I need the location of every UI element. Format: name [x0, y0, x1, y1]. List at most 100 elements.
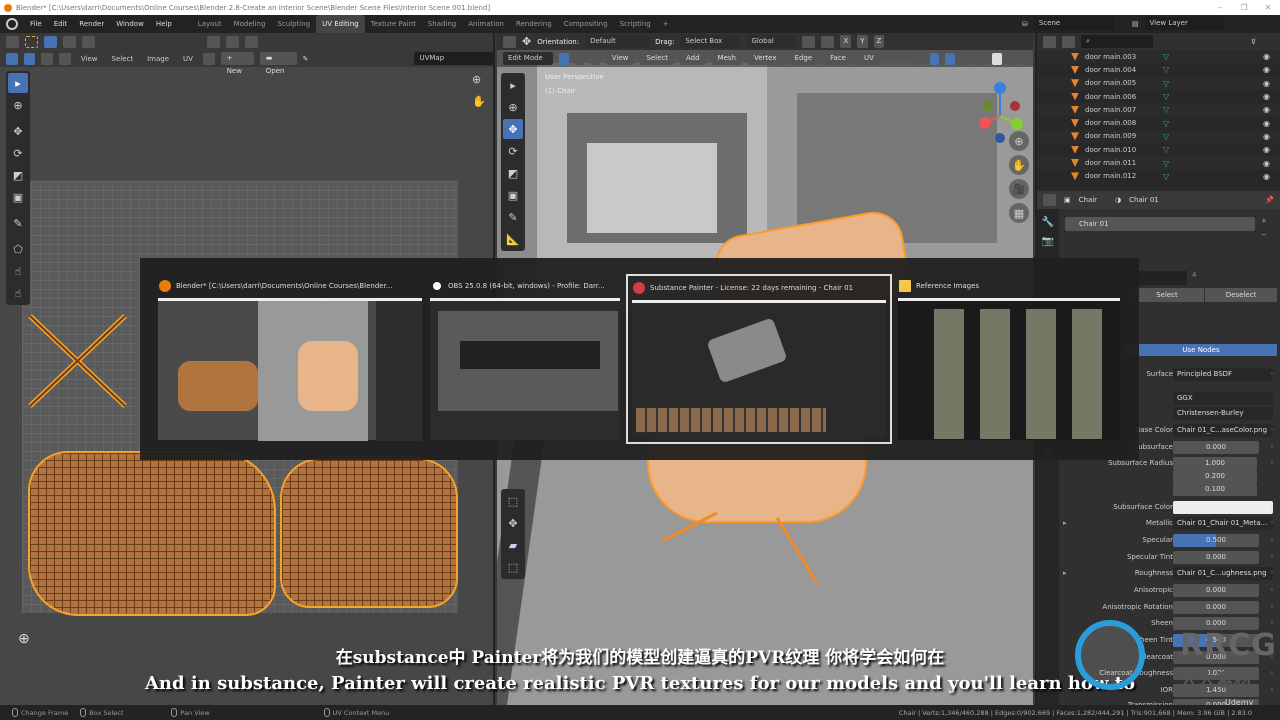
proportional-edit-icon[interactable]	[245, 35, 258, 48]
link-dot-icon[interactable]: ◦	[1270, 443, 1274, 451]
maximize-button[interactable]: ❐	[1232, 0, 1256, 15]
prop-value[interactable]: 0.500	[1173, 533, 1259, 547]
select-button[interactable]: Select	[1130, 288, 1204, 302]
transform-tool-icon[interactable]: ▣	[8, 187, 28, 207]
mesh-data-icon[interactable]: ▽	[1163, 105, 1169, 114]
vp-menu-edge[interactable]: Edge	[788, 52, 819, 65]
vertex-mode-icon[interactable]	[558, 52, 569, 65]
snap-icon[interactable]	[802, 35, 816, 48]
prop-value[interactable]: Chair 01_Chair 01_Meta...	[1173, 516, 1273, 530]
outliner-item[interactable]: door main.008 ▽ ◉	[1037, 116, 1280, 129]
snap-icon[interactable]	[226, 35, 239, 48]
add-workspace-button[interactable]: +	[657, 15, 675, 33]
shading-solid-icon[interactable]	[992, 52, 1002, 65]
vertex-select-icon[interactable]	[23, 52, 36, 65]
transform-pivot-icon[interactable]	[503, 35, 516, 48]
close-button[interactable]: ✕	[1256, 0, 1280, 15]
link-dot-icon[interactable]: ◦	[1270, 553, 1274, 561]
edge-mode-icon[interactable]	[574, 52, 585, 65]
mesh-data-icon[interactable]: ▽	[1163, 92, 1169, 101]
visibility-eye-icon[interactable]: ◉	[1263, 132, 1270, 141]
outliner-item[interactable]: door main.006 ▽ ◉	[1037, 90, 1280, 103]
outliner-item[interactable]: door main.011 ▽ ◉	[1037, 156, 1280, 170]
visibility-eye-icon[interactable]: ◉	[1263, 52, 1270, 61]
scene-icon[interactable]: ⛁	[1022, 20, 1028, 28]
vp-scale-icon[interactable]: ◩	[503, 163, 523, 183]
outliner-item[interactable]: door main.003 ▽ ◉	[1037, 50, 1280, 64]
image-browse-icon[interactable]	[202, 52, 215, 65]
prop-value[interactable]: 0.200	[1173, 469, 1257, 483]
grab-tool-icon[interactable]: ☝	[8, 261, 28, 281]
outliner-item[interactable]: door main.004 ▽ ◉	[1037, 63, 1280, 76]
orientation-dropdown[interactable]: Default	[585, 35, 650, 48]
scene-selector[interactable]: Scene	[1033, 17, 1114, 30]
prop-roughness[interactable]: ▸ Roughness Chair 01_C...ughness.png ◦	[1037, 566, 1280, 580]
switcher-window-blender[interactable]: Blender* [C:\Users\darri\Documents\Onlin…	[154, 274, 426, 444]
switcher-window-substance-painter[interactable]: Substance Painter - License: 22 days rem…	[626, 274, 892, 444]
transform-space-dropdown[interactable]: Global	[746, 35, 797, 48]
vp-menu-select[interactable]: Select	[640, 52, 674, 65]
mirror-z-toggle[interactable]: Z	[873, 35, 885, 48]
overlay-toggle-icon[interactable]	[945, 52, 955, 65]
gizmo-move-icon[interactable]: ✥	[522, 35, 531, 48]
menu-help[interactable]: Help	[150, 15, 178, 33]
outliner-search-input[interactable]: ⌕	[1081, 35, 1153, 48]
mode-dropdown[interactable]: Edit Mode	[503, 52, 553, 65]
prop-value[interactable]	[1173, 500, 1273, 514]
uv-menu-image[interactable]: Image	[143, 55, 173, 63]
pinch-tool-icon[interactable]: ☝	[8, 283, 28, 303]
visibility-eye-icon[interactable]: ◉	[1263, 172, 1270, 181]
proportional-icon[interactable]	[821, 35, 835, 48]
prop-value[interactable]: 0.000	[1173, 600, 1259, 614]
visibility-eye-icon[interactable]: ◉	[1263, 79, 1270, 88]
switcher-window-reference-images[interactable]: Reference Images	[894, 274, 1124, 444]
mesh-data-icon[interactable]: ▽	[1163, 79, 1169, 88]
filter-type-icon[interactable]	[1062, 35, 1075, 48]
select-mode-new-icon[interactable]	[44, 35, 57, 48]
tab-scripting[interactable]: Scripting	[614, 15, 657, 33]
face-select-icon[interactable]	[59, 52, 71, 65]
prop-value[interactable]: 0.000	[1173, 550, 1259, 564]
uv-menu-uv[interactable]: UV	[179, 55, 197, 63]
mesh-data-icon[interactable]: ▽	[1163, 172, 1169, 181]
prop-anisotropic-rotation[interactable]: Anisotropic Rotation 0.000 ◦	[1037, 600, 1280, 614]
link-dot-icon[interactable]: ◦	[1270, 586, 1274, 594]
prop-subsurface-radius-z[interactable]: 0.100	[1037, 482, 1280, 496]
visibility-eye-icon[interactable]: ◉	[1263, 119, 1270, 128]
ortho-grid-icon[interactable]: ▦	[1009, 203, 1029, 223]
pin-properties-icon[interactable]: 📌	[1265, 196, 1274, 204]
expand-arrow-icon[interactable]: ▸	[1063, 569, 1067, 577]
expand-arrow-icon[interactable]: ▸	[1063, 519, 1067, 527]
prop-value[interactable]: 0.100	[1173, 482, 1257, 496]
link-dot-icon[interactable]: ◦	[1270, 603, 1274, 611]
render-tab-icon[interactable]: 📷	[1037, 236, 1059, 247]
tab-uv-editing[interactable]: UV Editing	[316, 15, 365, 33]
link-dot-icon[interactable]: ◦	[1270, 370, 1274, 378]
mesh-data-icon[interactable]: ▽	[1163, 119, 1169, 128]
pin-icon[interactable]: ✎	[303, 55, 309, 63]
open-image-button[interactable]: ▬ Open	[259, 52, 297, 75]
prop-value[interactable]: Principled BSDF	[1173, 367, 1273, 381]
rip-tool-icon[interactable]: ⬠	[8, 239, 28, 259]
edge-select-icon[interactable]	[41, 52, 54, 65]
outliner-item[interactable]: door main.005 ▽ ◉	[1037, 76, 1280, 90]
pivot-icon[interactable]	[207, 35, 220, 48]
tab-rendering[interactable]: Rendering	[510, 15, 558, 33]
switcher-window-obs[interactable]: OBS 25.0.8 (64-bit, windows) - Profile: …	[426, 274, 624, 444]
menu-window[interactable]: Window	[110, 15, 150, 33]
vp-select-box-icon[interactable]: ▸	[503, 75, 523, 95]
view-layer-icon[interactable]: ▤	[1132, 20, 1139, 28]
shading-wireframe-icon[interactable]	[976, 52, 987, 65]
outliner-item[interactable]: door main.012 ▽ ◉	[1037, 170, 1280, 183]
vp-extrude-icon[interactable]: ⬚	[503, 491, 523, 511]
properties-editor-type-icon[interactable]	[1043, 194, 1056, 206]
vp-rip-icon[interactable]: ⬚	[503, 557, 523, 577]
vp-cursor-icon[interactable]: ⊕	[503, 97, 523, 117]
annotate-tool-icon[interactable]: ✎	[8, 213, 28, 233]
xray-toggle-icon[interactable]	[960, 52, 971, 65]
tab-sculpting[interactable]: Sculpting	[271, 15, 316, 33]
uv-menu-view[interactable]: View	[77, 55, 102, 63]
prop-value[interactable]: Chair 01_C...ughness.png	[1173, 566, 1273, 580]
mesh-data-icon[interactable]: ▽	[1163, 132, 1169, 141]
menu-edit[interactable]: Edit	[48, 15, 74, 33]
